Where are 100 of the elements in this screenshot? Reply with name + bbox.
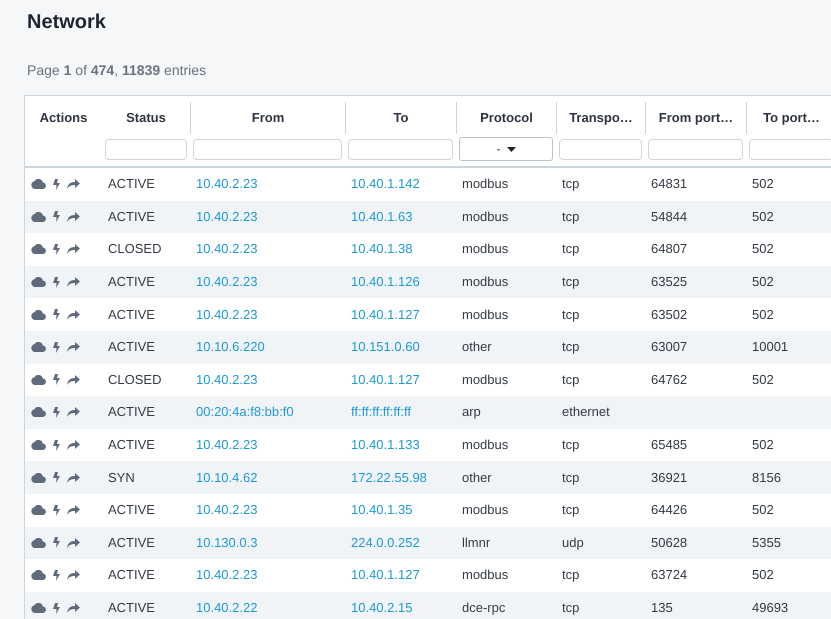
source-address-link[interactable]: 10.10.6.220 bbox=[196, 339, 265, 354]
cloud-icon[interactable] bbox=[31, 277, 46, 288]
cloud-icon[interactable] bbox=[31, 538, 46, 548]
protocol-filter-dropdown[interactable]: - bbox=[459, 137, 553, 161]
source-address-link[interactable]: 10.40.2.23 bbox=[196, 241, 258, 256]
status-cell: CLOSED bbox=[108, 241, 162, 256]
destination-address-link[interactable]: 10.40.1.133 bbox=[351, 437, 420, 452]
destination-address-link[interactable]: 10.40.1.35 bbox=[351, 502, 412, 518]
source-address-link[interactable]: 10.40.2.22 bbox=[196, 600, 258, 616]
destination-address-link[interactable]: 10.40.2.15 bbox=[351, 600, 412, 616]
column-header[interactable]: Transpo… bbox=[569, 108, 633, 128]
destination-address-link[interactable]: 10.40.1.63 bbox=[351, 208, 412, 224]
column-header[interactable]: Protocol bbox=[480, 108, 533, 128]
bolt-icon[interactable] bbox=[53, 374, 60, 386]
bolt-icon[interactable] bbox=[53, 440, 60, 451]
destination-port-cell: 502 bbox=[752, 372, 774, 387]
source-port-cell: 64426 bbox=[651, 502, 688, 518]
bolt-icon[interactable] bbox=[53, 211, 60, 222]
source-address-link[interactable]: 00:20:4a:f8:bb:f0 bbox=[196, 404, 294, 420]
bolt-icon[interactable] bbox=[53, 276, 60, 288]
destination-address-link[interactable]: 10.40.1.127 bbox=[351, 372, 420, 387]
destination-port-cell: 49693 bbox=[752, 600, 788, 616]
cloud-icon[interactable] bbox=[31, 505, 46, 516]
bolt-icon[interactable] bbox=[53, 178, 60, 190]
column-header[interactable]: From port… bbox=[658, 108, 734, 128]
bolt-icon[interactable] bbox=[53, 342, 60, 353]
source-address-link[interactable]: 10.40.2.23 bbox=[196, 502, 258, 518]
destination-address-link[interactable]: 172.22.55.98 bbox=[351, 470, 427, 485]
source-address-link[interactable]: 10.130.0.3 bbox=[196, 534, 258, 550]
cloud-icon[interactable] bbox=[31, 244, 46, 254]
share-arrow-icon[interactable] bbox=[67, 603, 80, 614]
source-port-cell: 64762 bbox=[651, 372, 688, 387]
share-arrow-icon[interactable] bbox=[67, 505, 80, 516]
destination-address-link[interactable]: 224.0.0.252 bbox=[351, 534, 420, 550]
destination-address-link[interactable]: 10.40.1.38 bbox=[351, 241, 412, 256]
column-header[interactable]: To bbox=[394, 108, 408, 128]
share-arrow-icon[interactable] bbox=[67, 212, 80, 222]
transport-cell: tcp bbox=[562, 339, 580, 354]
source-address-link[interactable]: 10.40.2.23 bbox=[196, 176, 258, 192]
bolt-icon[interactable] bbox=[53, 602, 60, 614]
filter-field[interactable] bbox=[105, 138, 187, 160]
bolt-icon[interactable] bbox=[53, 537, 60, 548]
destination-port-cell: 502 bbox=[752, 437, 774, 452]
share-arrow-icon[interactable] bbox=[67, 570, 80, 580]
transport-cell: tcp bbox=[562, 567, 580, 582]
cloud-icon[interactable] bbox=[31, 407, 46, 418]
bolt-icon[interactable] bbox=[53, 244, 60, 255]
column-header[interactable]: Status bbox=[126, 108, 166, 128]
source-address-link[interactable]: 10.40.2.23 bbox=[196, 306, 258, 322]
status-cell: ACTIVE bbox=[108, 274, 155, 290]
cloud-icon[interactable] bbox=[31, 603, 46, 614]
filter-field[interactable] bbox=[348, 138, 453, 160]
share-arrow-icon[interactable] bbox=[67, 342, 80, 352]
protocol-cell: modbus bbox=[462, 567, 508, 582]
source-address-link[interactable]: 10.40.2.23 bbox=[196, 208, 258, 224]
transport-cell: ethernet bbox=[562, 404, 610, 420]
column-header[interactable]: To port… bbox=[763, 108, 820, 128]
bolt-icon[interactable] bbox=[53, 406, 60, 418]
filter-field[interactable] bbox=[193, 138, 342, 160]
source-address-link[interactable]: 10.10.4.62 bbox=[196, 470, 258, 485]
cloud-icon[interactable] bbox=[31, 179, 46, 190]
column-header[interactable]: From bbox=[252, 108, 284, 128]
share-arrow-icon[interactable] bbox=[67, 374, 80, 385]
share-arrow-icon[interactable] bbox=[67, 472, 80, 483]
status-cell: ACTIVE bbox=[108, 600, 155, 616]
destination-address-link[interactable]: 10.40.1.126 bbox=[351, 274, 420, 290]
cloud-icon[interactable] bbox=[31, 342, 46, 352]
destination-address-link[interactable]: 10.40.1.142 bbox=[351, 176, 420, 192]
share-arrow-icon[interactable] bbox=[67, 538, 80, 548]
bolt-icon[interactable] bbox=[53, 504, 60, 516]
share-arrow-icon[interactable] bbox=[67, 440, 80, 450]
cloud-icon[interactable] bbox=[31, 570, 46, 580]
transport-cell: tcp bbox=[562, 502, 580, 518]
bolt-icon[interactable] bbox=[53, 309, 60, 320]
destination-address-link[interactable]: 10.40.1.127 bbox=[351, 306, 420, 322]
bolt-icon[interactable] bbox=[53, 472, 60, 484]
source-address-link[interactable]: 10.40.2.23 bbox=[196, 372, 258, 387]
filter-field[interactable] bbox=[749, 138, 831, 160]
cloud-icon[interactable] bbox=[31, 440, 46, 450]
destination-address-link[interactable]: 10.151.0.60 bbox=[351, 339, 420, 354]
source-address-link[interactable]: 10.40.2.23 bbox=[196, 274, 258, 290]
share-arrow-icon[interactable] bbox=[67, 244, 80, 254]
column-header[interactable]: Actions bbox=[40, 108, 88, 128]
source-address-link[interactable]: 10.40.2.23 bbox=[196, 437, 258, 452]
share-arrow-icon[interactable] bbox=[67, 179, 80, 190]
transport-cell: tcp bbox=[562, 306, 580, 322]
share-arrow-icon[interactable] bbox=[67, 277, 80, 288]
bolt-icon[interactable] bbox=[53, 570, 60, 581]
share-arrow-icon[interactable] bbox=[67, 407, 80, 418]
destination-address-link[interactable]: 10.40.1.127 bbox=[351, 567, 420, 582]
share-arrow-icon[interactable] bbox=[67, 310, 80, 320]
destination-port-cell: 502 bbox=[752, 176, 774, 192]
filter-field[interactable] bbox=[648, 138, 743, 160]
cloud-icon[interactable] bbox=[31, 310, 46, 320]
destination-address-link[interactable]: ff:ff:ff:ff:ff:ff bbox=[351, 404, 411, 420]
filter-field[interactable] bbox=[559, 138, 642, 160]
cloud-icon[interactable] bbox=[31, 212, 46, 222]
cloud-icon[interactable] bbox=[31, 472, 46, 483]
source-address-link[interactable]: 10.40.2.23 bbox=[196, 567, 258, 582]
cloud-icon[interactable] bbox=[31, 374, 46, 385]
